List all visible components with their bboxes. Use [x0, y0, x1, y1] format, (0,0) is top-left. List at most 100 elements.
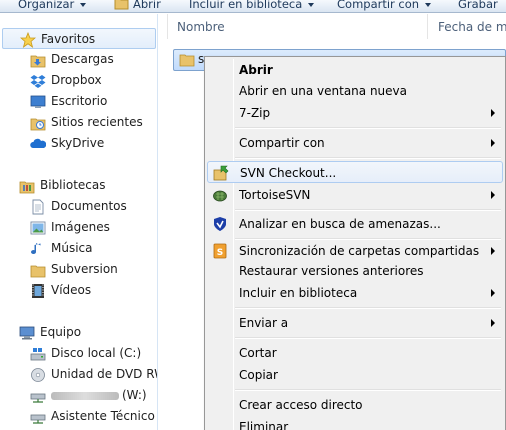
- nav-dropbox[interactable]: Dropbox: [0, 70, 157, 91]
- network-drive-icon: [30, 414, 46, 424]
- organize-label: Organizar: [18, 0, 75, 11]
- nav-desktop[interactable]: Escritorio: [0, 91, 157, 112]
- nav-documents-label: Documentos: [51, 199, 127, 213]
- nav-local-disk[interactable]: Disco local (C:): [0, 343, 157, 364]
- music-icon: [31, 243, 41, 255]
- submenu-arrow-icon: [491, 247, 495, 255]
- menu-cut-label: Cortar: [239, 346, 277, 360]
- nav-downloads-label: Descargas: [51, 52, 114, 66]
- folder-icon: [179, 54, 195, 67]
- menu-separator: [235, 389, 501, 391]
- nav-libraries[interactable]: Bibliotecas: [0, 175, 157, 196]
- folder-icon: [30, 265, 46, 278]
- menu-create-shortcut[interactable]: Crear acceso directo: [207, 394, 503, 416]
- chevron-down-icon: [80, 2, 87, 7]
- redacted-drive-name: [51, 392, 119, 400]
- menu-create-shortcut-label: Crear acceso directo: [239, 398, 363, 412]
- menu-7zip-label: 7-Zip: [239, 106, 271, 120]
- menu-send-to[interactable]: Enviar a: [207, 312, 503, 334]
- dropbox-icon: [30, 75, 46, 88]
- documents-icon: [32, 199, 44, 215]
- menu-scan-threats[interactable]: Analizar en busca de amenazas...: [207, 213, 503, 235]
- column-name[interactable]: Nombre: [177, 19, 225, 35]
- open-button[interactable]: Abrir: [133, 0, 161, 12]
- submenu-arrow-icon: [491, 109, 495, 117]
- menu-open[interactable]: Abrir: [207, 59, 503, 81]
- nav-libraries-label: Bibliotecas: [40, 178, 106, 192]
- nav-favorites-label: Favoritos: [41, 32, 96, 46]
- nav-favorites[interactable]: Favoritos: [2, 28, 156, 49]
- organize-button[interactable]: Organizar: [18, 0, 87, 12]
- nav-assistant[interactable]: Asistente Técnico G: [0, 406, 157, 427]
- nav-recent[interactable]: Sitios recientes: [0, 112, 157, 133]
- nav-dropbox-label: Dropbox: [51, 73, 102, 87]
- menu-share-with[interactable]: Compartir con: [207, 132, 503, 154]
- menu-include-library[interactable]: Incluir en biblioteca: [207, 282, 503, 304]
- menu-open-new-window-label: Abrir en una ventana nueva: [239, 84, 407, 98]
- menu-delete[interactable]: Eliminar: [207, 416, 503, 430]
- nav-subversion[interactable]: Subversion: [0, 259, 157, 280]
- libraries-icon: [19, 181, 35, 194]
- menu-restore-versions[interactable]: Restaurar versiones anteriores: [207, 260, 503, 282]
- include-library-button[interactable]: Incluir en biblioteca: [189, 0, 315, 12]
- menu-cut[interactable]: Cortar: [207, 342, 503, 364]
- nav-local-disk-label: Disco local (C:): [51, 346, 142, 360]
- share-with-button[interactable]: Compartir con: [337, 0, 432, 12]
- nav-images-label: Imágenes: [51, 220, 110, 234]
- nav-desktop-label: Escritorio: [51, 94, 108, 108]
- star-icon: [20, 32, 36, 48]
- nav-skydrive[interactable]: SkyDrive: [0, 133, 157, 154]
- hard-drive-icon: [30, 348, 46, 361]
- menu-tortoisesvn[interactable]: TortoiseSVN: [207, 184, 503, 206]
- submenu-arrow-icon: [491, 139, 495, 147]
- menu-copy-label: Copiar: [239, 368, 278, 382]
- menu-copy[interactable]: Copiar: [207, 364, 503, 386]
- computer-icon: [19, 326, 35, 340]
- column-divider: [167, 14, 168, 39]
- nav-music[interactable]: Música: [0, 238, 157, 259]
- burn-button[interactable]: Grabar: [458, 0, 498, 12]
- menu-separator: [235, 127, 501, 129]
- menu-7zip[interactable]: 7-Zip: [207, 102, 503, 124]
- menu-separator: [235, 209, 501, 211]
- column-date[interactable]: Fecha de mo: [438, 19, 506, 35]
- nav-dvd[interactable]: Unidad de DVD RW (: [0, 364, 157, 385]
- share-with-label: Compartir con: [337, 0, 420, 11]
- videos-icon: [32, 284, 44, 298]
- desktop-icon: [30, 95, 46, 108]
- open-folder-icon: [114, 0, 129, 10]
- nav-network-drive-label: (W:): [122, 388, 147, 402]
- shield-icon: [214, 217, 226, 231]
- nav-downloads[interactable]: Descargas: [0, 49, 157, 70]
- nav-videos[interactable]: Vídeos: [0, 280, 157, 301]
- menu-scan-threats-label: Analizar en busca de amenazas...: [239, 217, 441, 231]
- menu-sync-shared-folders[interactable]: S Sincronización de carpetas compartidas: [207, 240, 503, 262]
- nav-music-label: Música: [51, 241, 93, 255]
- menu-send-to-label: Enviar a: [239, 316, 289, 330]
- downloads-folder-icon: [30, 55, 46, 68]
- nav-computer[interactable]: Equipo: [0, 322, 157, 343]
- submenu-arrow-icon: [491, 319, 495, 327]
- menu-tortoisesvn-label: TortoiseSVN: [239, 188, 311, 202]
- nav-network-drive[interactable]: (W:): [0, 385, 157, 406]
- network-drive-icon: [30, 393, 46, 403]
- column-divider[interactable]: [427, 14, 428, 39]
- svn-checkout-icon: [213, 165, 229, 181]
- menu-include-library-label: Incluir en biblioteca: [239, 286, 358, 300]
- nav-dvd-label: Unidad de DVD RW (: [51, 367, 157, 381]
- chevron-down-icon: [308, 2, 315, 7]
- menu-open-new-window[interactable]: Abrir en una ventana nueva: [207, 80, 503, 102]
- nav-computer-label: Equipo: [40, 325, 82, 339]
- include-library-label: Incluir en biblioteca: [189, 0, 303, 11]
- nav-documents[interactable]: Documentos: [0, 196, 157, 217]
- nav-videos-label: Vídeos: [51, 283, 92, 297]
- images-icon: [30, 221, 46, 235]
- menu-delete-label: Eliminar: [239, 420, 289, 430]
- nav-images[interactable]: Imágenes: [0, 217, 157, 238]
- menu-svn-checkout[interactable]: SVN Checkout...: [207, 161, 503, 183]
- submenu-arrow-icon: [491, 289, 495, 297]
- dvd-drive-icon: [31, 368, 45, 382]
- svg-text:S: S: [217, 248, 223, 258]
- nav-skydrive-label: SkyDrive: [51, 136, 105, 150]
- nav-subversion-label: Subversion: [51, 262, 118, 276]
